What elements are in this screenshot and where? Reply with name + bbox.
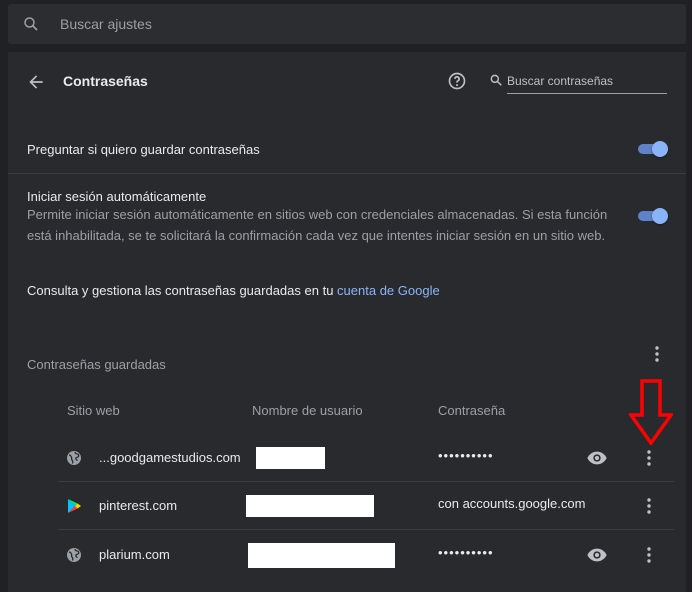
redacted-username xyxy=(246,495,374,517)
password-search-placeholder: Buscar contraseñas xyxy=(507,74,614,88)
password-value: con accounts.google.com xyxy=(438,496,586,511)
column-header-username: Nombre de usuario xyxy=(252,403,363,418)
help-icon[interactable] xyxy=(447,71,467,91)
offer-save-label: Preguntar si quiero guardar contraseñas xyxy=(27,142,260,157)
site-name: pinterest.com xyxy=(99,498,178,513)
passwords-panel: Contraseñas Buscar contraseñas Preguntar… xyxy=(8,52,686,592)
row-divider xyxy=(58,529,674,530)
column-header-password: Contraseña xyxy=(438,403,506,418)
back-arrow-icon[interactable] xyxy=(26,72,46,92)
row-menu-icon[interactable] xyxy=(639,448,659,468)
top-bar: Buscar ajustes xyxy=(0,0,692,52)
play-store-icon xyxy=(68,499,81,513)
saved-passwords-title: Contraseñas guardadas xyxy=(27,357,166,372)
site-name: plarium.com xyxy=(99,547,170,562)
globe-icon xyxy=(67,451,81,465)
password-row: plarium.com •••••••••• xyxy=(58,531,674,579)
divider xyxy=(8,173,686,174)
auto-signin-description-line-2: está inhabilitada, se te solicitará la c… xyxy=(27,228,606,243)
show-password-eye-icon[interactable] xyxy=(586,545,608,565)
saved-passwords-menu-icon[interactable] xyxy=(647,344,667,364)
google-account-link[interactable]: cuenta de Google xyxy=(337,283,440,298)
settings-search-placeholder: Buscar ajustes xyxy=(60,16,152,32)
password-value: •••••••••• xyxy=(438,448,494,463)
password-row: pinterest.com con accounts.google.com xyxy=(58,482,674,530)
site-name: ...goodgamestudios.com xyxy=(99,450,241,465)
redacted-username xyxy=(256,447,325,469)
search-icon xyxy=(24,17,38,31)
password-search-input[interactable]: Buscar contraseñas xyxy=(490,66,667,94)
row-menu-icon[interactable] xyxy=(639,545,659,565)
auto-signin-description-line-1: Permite iniciar sesión automáticamente e… xyxy=(27,207,608,222)
show-password-eye-icon[interactable] xyxy=(586,448,608,468)
manage-passwords-prefix: Consulta y gestiona las contraseñas guar… xyxy=(27,283,338,298)
auto-signin-label: Iniciar sesión automáticamente xyxy=(27,189,207,204)
toggle-knob xyxy=(652,141,668,157)
globe-icon xyxy=(67,548,81,562)
row-menu-icon[interactable] xyxy=(639,496,659,516)
page-title: Contraseñas xyxy=(63,73,148,89)
password-value: •••••••••• xyxy=(438,545,494,560)
auto-signin-description: Permite iniciar sesión automáticamente e… xyxy=(27,204,627,246)
page-header: Contraseñas Buscar contraseñas xyxy=(8,52,686,110)
column-header-site: Sitio web xyxy=(67,403,120,418)
search-icon xyxy=(490,74,502,86)
settings-search-box[interactable]: Buscar ajustes xyxy=(8,4,686,44)
password-row: ...goodgamestudios.com •••••••••• xyxy=(58,434,674,482)
toggle-knob xyxy=(652,208,668,224)
offer-save-toggle[interactable] xyxy=(636,141,668,157)
redacted-username xyxy=(248,543,395,568)
auto-signin-toggle[interactable] xyxy=(636,208,668,224)
red-arrow-annotation-icon xyxy=(629,379,673,445)
manage-passwords-text: Consulta y gestiona las contraseñas guar… xyxy=(27,283,440,298)
